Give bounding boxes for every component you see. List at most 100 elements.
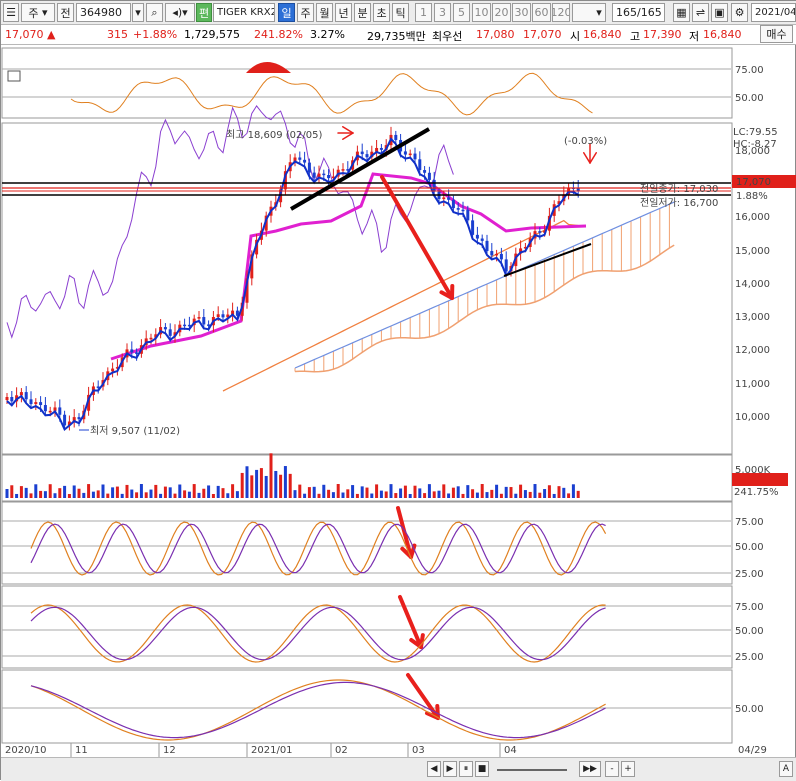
- volume-bar: [457, 486, 460, 498]
- volume-bar: [126, 485, 129, 498]
- volume-bar: [188, 492, 191, 498]
- zoom-out-button[interactable]: -: [605, 761, 619, 777]
- stop-button[interactable]: ■: [475, 761, 489, 777]
- interval-10[interactable]: 10: [472, 3, 491, 22]
- period-tab-second[interactable]: 초: [373, 3, 390, 22]
- interval-60[interactable]: 60: [532, 3, 551, 22]
- volume-bar: [279, 475, 282, 498]
- interval-custom-select[interactable]: ▾: [572, 3, 606, 22]
- volume-bar: [447, 493, 450, 498]
- buy-button[interactable]: 매수: [760, 25, 793, 43]
- interval-1[interactable]: 1: [415, 3, 432, 22]
- period-tab-week[interactable]: 주: [297, 3, 314, 22]
- chart-area[interactable]: 75.0050.0018,00017,00016,00015,00014,000…: [1, 46, 796, 757]
- volume-bar: [361, 486, 364, 498]
- interval-3[interactable]: 3: [434, 3, 451, 22]
- fast-forward-button[interactable]: ▶▶: [579, 761, 601, 777]
- interval-120[interactable]: 120: [552, 3, 570, 22]
- volume-bar: [289, 474, 292, 498]
- volume-bar: [380, 491, 383, 498]
- candle: [150, 338, 153, 340]
- edit-button[interactable]: 편: [196, 3, 212, 22]
- volume-bar: [44, 491, 47, 498]
- grid-icon[interactable]: ▦: [673, 3, 690, 22]
- volume-bar: [78, 489, 81, 498]
- menu-icon[interactable]: ☰: [3, 3, 19, 22]
- interval-20[interactable]: 20: [492, 3, 511, 22]
- period-select[interactable]: 주 ▾: [21, 3, 55, 22]
- volume-bar: [10, 485, 13, 498]
- volume-bar: [241, 473, 244, 498]
- candle: [183, 325, 186, 327]
- tick-label-main: 14,000: [735, 279, 770, 290]
- period-tab-tick[interactable]: 틱: [392, 3, 409, 22]
- search-icon[interactable]: ⌕: [146, 3, 163, 22]
- period-tab-day[interactable]: 일: [278, 3, 295, 22]
- scroll-slider[interactable]: [497, 769, 567, 771]
- volume-bar: [562, 488, 565, 498]
- interval-30[interactable]: 30: [512, 3, 531, 22]
- period-tab-minute[interactable]: 분: [354, 3, 371, 22]
- stock-name-field[interactable]: TIGER KRX2: [213, 3, 275, 22]
- volume-bar: [236, 491, 239, 498]
- candle: [490, 251, 493, 255]
- save-icon[interactable]: ▣: [711, 3, 728, 22]
- volume-bar: [135, 492, 138, 498]
- volume-bar: [169, 487, 172, 498]
- candle: [6, 397, 9, 400]
- speaker-icon[interactable]: ◂)▾: [165, 3, 195, 22]
- candle: [30, 399, 33, 404]
- volume-bar: [572, 484, 575, 498]
- candle: [423, 170, 426, 173]
- compare-icon[interactable]: ⇌: [692, 3, 709, 22]
- bottom-bar: ◀ ▶ ⏸ ■ ▶▶ - + A: [1, 757, 796, 781]
- candle: [198, 317, 201, 319]
- panel-top: [2, 48, 732, 118]
- scroll-right-button[interactable]: ▶: [443, 761, 457, 777]
- count-field[interactable]: 165/165: [612, 3, 665, 22]
- candle: [34, 402, 37, 404]
- x-axis-label: 2021/01: [251, 745, 293, 756]
- panel-stoch3: [2, 670, 732, 743]
- candle: [442, 197, 445, 199]
- volume-bar: [514, 494, 517, 498]
- tick-label-stoch3: 50.00: [735, 704, 764, 715]
- volume-bar: [462, 494, 465, 498]
- volume-bar: [486, 492, 489, 498]
- price-change: 315: [107, 28, 128, 41]
- volume-bar: [558, 486, 561, 498]
- candle: [447, 197, 450, 199]
- volume-bar: [154, 485, 157, 498]
- tick-label-stoch2: 25.00: [735, 652, 764, 663]
- candle: [298, 157, 301, 159]
- code-dropdown-button[interactable]: ▾: [132, 3, 144, 22]
- candle: [308, 163, 311, 173]
- tick-label-stoch1: 50.00: [735, 542, 764, 553]
- period-tab-month[interactable]: 월: [316, 3, 333, 22]
- prev-button[interactable]: 전: [57, 3, 74, 22]
- tick-label-main: 10,000: [735, 412, 770, 423]
- x-axis-label: 04: [504, 745, 517, 756]
- pause-button[interactable]: ⏸: [459, 761, 473, 777]
- stoch1-k: [31, 522, 606, 575]
- volume-bar: [102, 484, 105, 498]
- volume-bar: [418, 488, 421, 498]
- gear-icon[interactable]: ⚙: [731, 3, 748, 22]
- candle: [418, 159, 421, 170]
- scroll-left-button[interactable]: ◀: [427, 761, 441, 777]
- text-tool-button[interactable]: A: [779, 761, 793, 777]
- interval-5[interactable]: 5: [453, 3, 470, 22]
- tick-label-stoch2: 50.00: [735, 626, 764, 637]
- period-tab-year[interactable]: 년: [335, 3, 352, 22]
- volume-bar: [327, 490, 330, 498]
- volume-bar: [49, 484, 52, 498]
- zoom-in-button[interactable]: +: [621, 761, 635, 777]
- date-field[interactable]: 2021/04: [751, 3, 796, 22]
- volume-bar: [423, 493, 426, 498]
- code-input[interactable]: 364980: [76, 3, 131, 22]
- volume-bar: [198, 493, 201, 498]
- price-tag: 17,070: [736, 177, 771, 188]
- volume-bar: [313, 487, 316, 498]
- candle: [452, 200, 455, 208]
- volume-bar: [500, 494, 503, 498]
